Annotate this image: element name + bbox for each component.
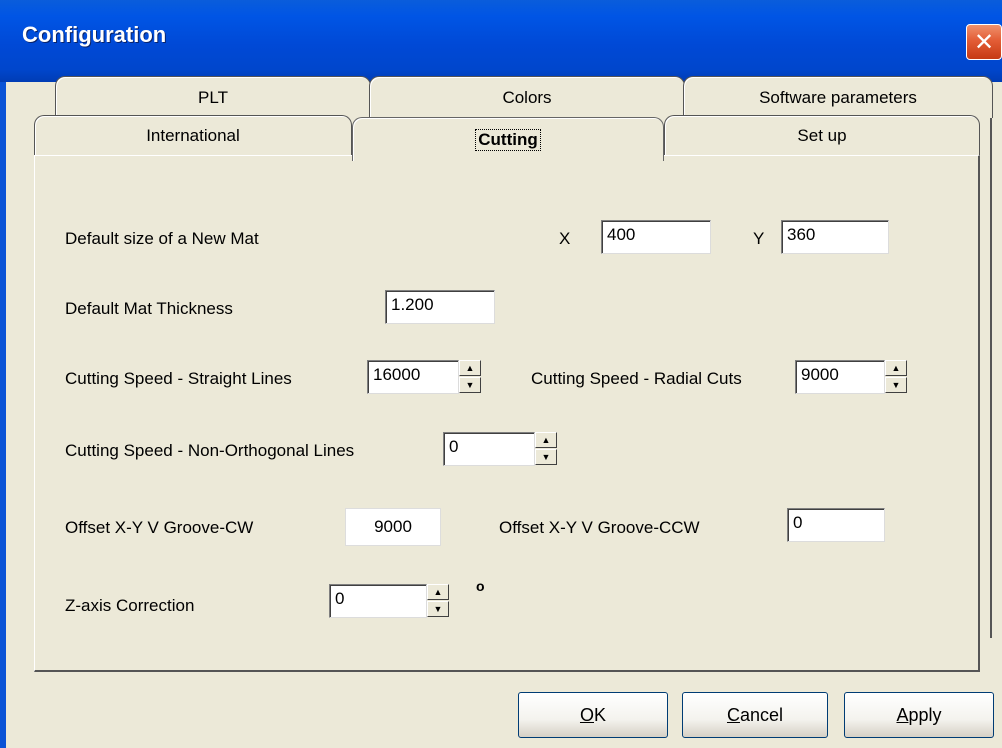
tab-international-label: International bbox=[146, 125, 240, 145]
ok-mnemonic: O bbox=[579, 704, 594, 725]
spin-down-icon[interactable]: ▼ bbox=[427, 601, 449, 617]
cancel-mnemonic: C bbox=[726, 704, 740, 725]
new-mat-size-label: Default size of a New Mat bbox=[65, 229, 259, 248]
mat-y-field[interactable]: 360 bbox=[781, 220, 889, 254]
tab-software-parameters[interactable]: Software parameters bbox=[683, 76, 993, 118]
speed-nonortho-spinner[interactable]: ▲ ▼ bbox=[535, 432, 557, 466]
speed-radial-label: Cutting Speed - Radial Cuts bbox=[531, 369, 742, 388]
mat-x-field[interactable]: 400 bbox=[601, 220, 711, 254]
spin-up-icon[interactable]: ▲ bbox=[459, 360, 481, 376]
tab-colors-label: Colors bbox=[502, 87, 552, 107]
spin-up-icon[interactable]: ▲ bbox=[885, 360, 907, 376]
zaxis-label: Z-axis Correction bbox=[65, 596, 195, 615]
tab-panel-back-edge bbox=[980, 118, 992, 638]
speed-radial-field[interactable]: 9000 bbox=[795, 360, 885, 394]
apply-label: pply bbox=[908, 704, 942, 725]
cancel-label: ancel bbox=[739, 704, 784, 725]
tab-software-parameters-label: Software parameters bbox=[759, 87, 917, 107]
spin-down-icon[interactable]: ▼ bbox=[459, 377, 481, 393]
tab-international[interactable]: International bbox=[34, 115, 352, 155]
zaxis-field[interactable]: 0 bbox=[329, 584, 427, 618]
tab-set-up-label: Set up bbox=[797, 125, 847, 145]
ok-button[interactable]: OK bbox=[518, 692, 668, 738]
close-button[interactable]: ✕ bbox=[966, 24, 1002, 60]
speed-nonortho-label: Cutting Speed - Non-Orthogonal Lines bbox=[65, 441, 355, 460]
speed-radial-spinner[interactable]: ▲ ▼ bbox=[885, 360, 907, 394]
window-title: Configuration bbox=[22, 22, 167, 47]
window-frame-left bbox=[0, 82, 6, 748]
offset-ccw-field[interactable]: 0 bbox=[787, 508, 885, 542]
ok-label: K bbox=[594, 704, 607, 725]
speed-nonortho-field[interactable]: 0 bbox=[443, 432, 535, 466]
tab-cutting-label: Cutting bbox=[475, 128, 541, 151]
speed-straight-spinner[interactable]: ▲ ▼ bbox=[459, 360, 481, 394]
tab-plt[interactable]: PLT bbox=[55, 76, 371, 118]
mat-thickness-label: Default Mat Thickness bbox=[65, 299, 233, 318]
spin-down-icon[interactable]: ▼ bbox=[535, 449, 557, 465]
cutting-tab-panel: Default size of a New Mat X 400 Y 360 De… bbox=[34, 155, 980, 672]
offset-cw-label: Offset X-Y V Groove-CW bbox=[65, 518, 254, 537]
spin-up-icon[interactable]: ▲ bbox=[535, 432, 557, 448]
degree-symbol: o bbox=[476, 578, 485, 594]
tab-plt-label: PLT bbox=[198, 87, 228, 107]
spin-down-icon[interactable]: ▼ bbox=[885, 377, 907, 393]
zaxis-spinner[interactable]: ▲ ▼ bbox=[427, 584, 449, 618]
close-icon: ✕ bbox=[973, 28, 995, 56]
cancel-button[interactable]: Cancel bbox=[682, 692, 828, 738]
title-bar[interactable]: Configuration bbox=[0, 0, 1002, 82]
apply-button[interactable]: Apply bbox=[844, 692, 994, 738]
speed-straight-field[interactable]: 16000 bbox=[367, 360, 459, 394]
offset-ccw-label: Offset X-Y V Groove-CCW bbox=[499, 518, 700, 537]
x-label: X bbox=[559, 229, 571, 248]
mat-thickness-field[interactable]: 1.200 bbox=[385, 290, 495, 324]
apply-mnemonic: A bbox=[896, 704, 909, 725]
tab-set-up[interactable]: Set up bbox=[664, 115, 980, 155]
tab-colors[interactable]: Colors bbox=[369, 76, 685, 118]
y-label: Y bbox=[753, 229, 765, 248]
offset-cw-field[interactable]: 9000 bbox=[345, 508, 441, 546]
spin-up-icon[interactable]: ▲ bbox=[427, 584, 449, 600]
tab-cutting[interactable]: Cutting bbox=[352, 117, 664, 161]
speed-straight-label: Cutting Speed - Straight Lines bbox=[65, 369, 292, 388]
